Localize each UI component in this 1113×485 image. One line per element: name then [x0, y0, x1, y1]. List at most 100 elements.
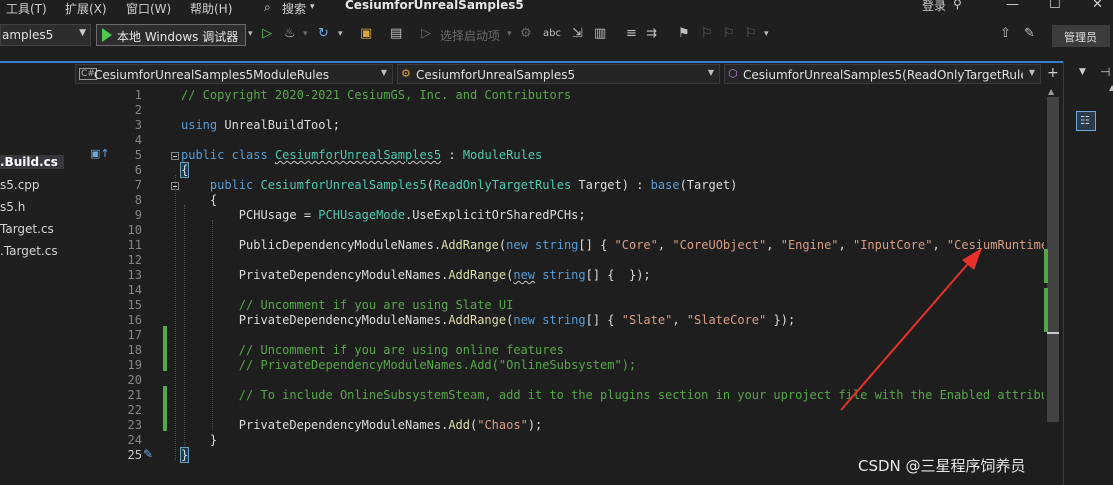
code-token: // Copyright 2020-2021 CesiumGS, Inc. an… [181, 88, 572, 102]
split-view-icon[interactable]: + [1047, 65, 1059, 81]
chevron-down-icon: ▼ [79, 28, 86, 38]
menu-help[interactable]: 帮助(H) [190, 0, 232, 17]
code-line[interactable]: { [181, 193, 217, 207]
code-line[interactable]: } [179, 447, 190, 463]
bookmark-clear-icon[interactable]: ⚐ [745, 27, 757, 41]
menu-bar: 工具(T) 扩展(X) 窗口(W) 帮助(H) ⌕ 搜索 ▾ Cesiumfor… [0, 0, 1113, 18]
solution-item[interactable]: s5.cpp [0, 178, 40, 192]
comment-icon[interactable]: ⇉ [646, 27, 657, 41]
code-line[interactable]: // Copyright 2020-2021 CesiumGS, Inc. an… [181, 88, 571, 102]
line-number: 6 [134, 163, 142, 177]
properties-tab[interactable]: ☷ [1076, 111, 1096, 131]
code-token: "Chaos" [477, 418, 528, 432]
cursor-icon[interactable]: ⇲ [572, 27, 583, 41]
code-token: // Uncomment if you are using Slate UI [181, 298, 514, 312]
code-line[interactable]: PrivateDependencyModuleNames.AddRange(ne… [181, 313, 795, 327]
admin-button[interactable]: 管理员 [1052, 25, 1110, 47]
code-line[interactable]: { [179, 162, 190, 178]
indent-icon[interactable]: ≡ [626, 27, 637, 41]
pane-dropdown-icon[interactable]: ▼ [1079, 67, 1086, 77]
minimize-icon[interactable]: — [1006, 0, 1019, 12]
code-line[interactable]: // Uncomment if you are using Slate UI [181, 298, 514, 312]
solution-item[interactable]: .Target.cs [0, 244, 58, 258]
code-line[interactable]: // PrivateDependencyModuleNames.Add("Onl… [181, 358, 636, 372]
properties-icon: ☷ [1080, 114, 1090, 127]
code-line[interactable]: public CesiumforUnrealSamples5(ReadOnlyT… [181, 178, 737, 192]
run-dropdown-icon[interactable]: ▾ [248, 27, 253, 41]
start-without-debug-icon[interactable]: ▷ [262, 27, 272, 41]
vertical-scrollbar[interactable] [1044, 85, 1062, 485]
code-token: [] { }); [585, 268, 651, 282]
account-icon[interactable]: ⚲ [953, 0, 962, 11]
code-line[interactable]: public class CesiumforUnrealSamples5 : M… [181, 148, 542, 162]
screen-icon[interactable]: ▤ [390, 27, 402, 41]
refresh-dropdown-icon[interactable]: ▾ [338, 27, 343, 41]
scrollbar-thumb[interactable] [1047, 97, 1059, 422]
code-line[interactable]: PrivateDependencyModuleNames.AddRange(ne… [181, 268, 651, 282]
bookmark-icon[interactable]: ⚑ [678, 27, 690, 41]
scroll-up-icon[interactable]: ▲ [1048, 87, 1054, 96]
spellcheck-icon[interactable]: abc [543, 27, 561, 41]
member-combo[interactable]: ⬡ CesiumforUnrealSamples5(ReadOnlyTarget… [724, 64, 1041, 84]
login-button[interactable]: 登录 [922, 0, 946, 14]
menu-tools[interactable]: 工具(T) [6, 0, 47, 17]
run-debugger-button[interactable]: 本地 Windows 调试器 [96, 24, 246, 46]
bookmark-next-icon[interactable]: ⚐ [723, 27, 735, 41]
quick-actions-icon[interactable]: ✎ [143, 447, 153, 461]
select-startup-label[interactable]: 选择启动项 [440, 27, 500, 44]
code-line[interactable]: } [181, 433, 217, 447]
toolbar: amples5 ▼ 本地 Windows 调试器 ▾ ▷ ♨ ▾ ↻ ▾ ▣ ▤… [0, 19, 1113, 52]
code-token: using [181, 118, 218, 132]
line-number: 8 [134, 193, 142, 207]
fold-marker-class[interactable] [171, 152, 179, 160]
startup-play-icon[interactable]: ▷ [421, 27, 431, 41]
code-line[interactable]: using UnrealBuildTool; [181, 118, 340, 132]
line-number: 15 [127, 298, 142, 312]
code-line[interactable]: // To include OnlineSubsystemSteam, add … [181, 388, 1063, 402]
module-combo[interactable]: C# CesiumforUnrealSamples5ModuleRules ▼ [75, 64, 393, 84]
attach-icon[interactable]: ⚙ [520, 27, 532, 41]
code-line[interactable]: // Uncomment if you are using online fea… [181, 343, 564, 357]
line-number: 19 [127, 358, 142, 372]
class-combo[interactable]: ⚙ CesiumforUnrealSamples5 ▼ [397, 64, 720, 84]
code-line[interactable]: PCHUsage = PCHUsageMode.UseExplicitOrSha… [181, 208, 586, 222]
code-token: , [657, 238, 673, 252]
bookmark-prev-icon[interactable]: ⚐ [701, 27, 713, 41]
hot-reload-icon[interactable]: ♨ [284, 27, 296, 41]
close-icon[interactable]: ✕ [1092, 0, 1103, 12]
refresh-icon[interactable]: ↻ [318, 27, 329, 41]
watermark: CSDN @三星程序饲养员 [858, 457, 1026, 475]
feedback-icon[interactable]: ✎ [1024, 27, 1035, 41]
solution-item[interactable]: Target.cs [0, 222, 54, 236]
line-number: 2 [134, 103, 142, 117]
menu-extensions[interactable]: 扩展(X) [65, 0, 107, 17]
code-token: UnrealBuildTool; [217, 118, 340, 132]
startup-dropdown-icon[interactable]: ▾ [507, 27, 512, 41]
scroll-up-icon[interactable]: ▲ [1109, 83, 1113, 92]
line-number: 24 [127, 433, 142, 447]
code-token: { [181, 193, 218, 207]
code-token: "SlateCore" [686, 313, 767, 327]
search-label[interactable]: 搜索 [282, 0, 306, 17]
code-token: public [181, 148, 225, 162]
folder-icon[interactable]: ▣ [360, 27, 372, 41]
code-token: string [542, 313, 586, 327]
maximize-icon[interactable]: ☐ [1049, 0, 1061, 12]
line-number: 21 [127, 388, 142, 402]
code-line[interactable]: PrivateDependencyModuleNames.Add("Chaos"… [181, 418, 542, 432]
solution-item[interactable]: s5.h [0, 200, 25, 214]
pin-icon[interactable]: ⊣ [1100, 65, 1110, 79]
toolbar-overflow-icon[interactable]: ▾ [764, 27, 769, 41]
code-token: // To include OnlineSubsystemSteam, add … [181, 388, 1063, 402]
code-line[interactable]: PublicDependencyModuleNames.AddRange(new… [181, 238, 1063, 252]
share-icon[interactable]: ⇧ [1000, 27, 1011, 41]
menu-window[interactable]: 窗口(W) [126, 0, 171, 17]
search-icon[interactable]: ⌕ [264, 0, 271, 15]
search-dropdown-icon[interactable]: ▾ [310, 2, 315, 12]
hot-reload-dropdown-icon[interactable]: ▾ [303, 27, 308, 41]
solution-item[interactable]: .Build.cs [0, 155, 64, 169]
layout-icon[interactable]: ▥ [594, 27, 606, 41]
project-combo[interactable]: amples5 ▼ [0, 24, 91, 46]
